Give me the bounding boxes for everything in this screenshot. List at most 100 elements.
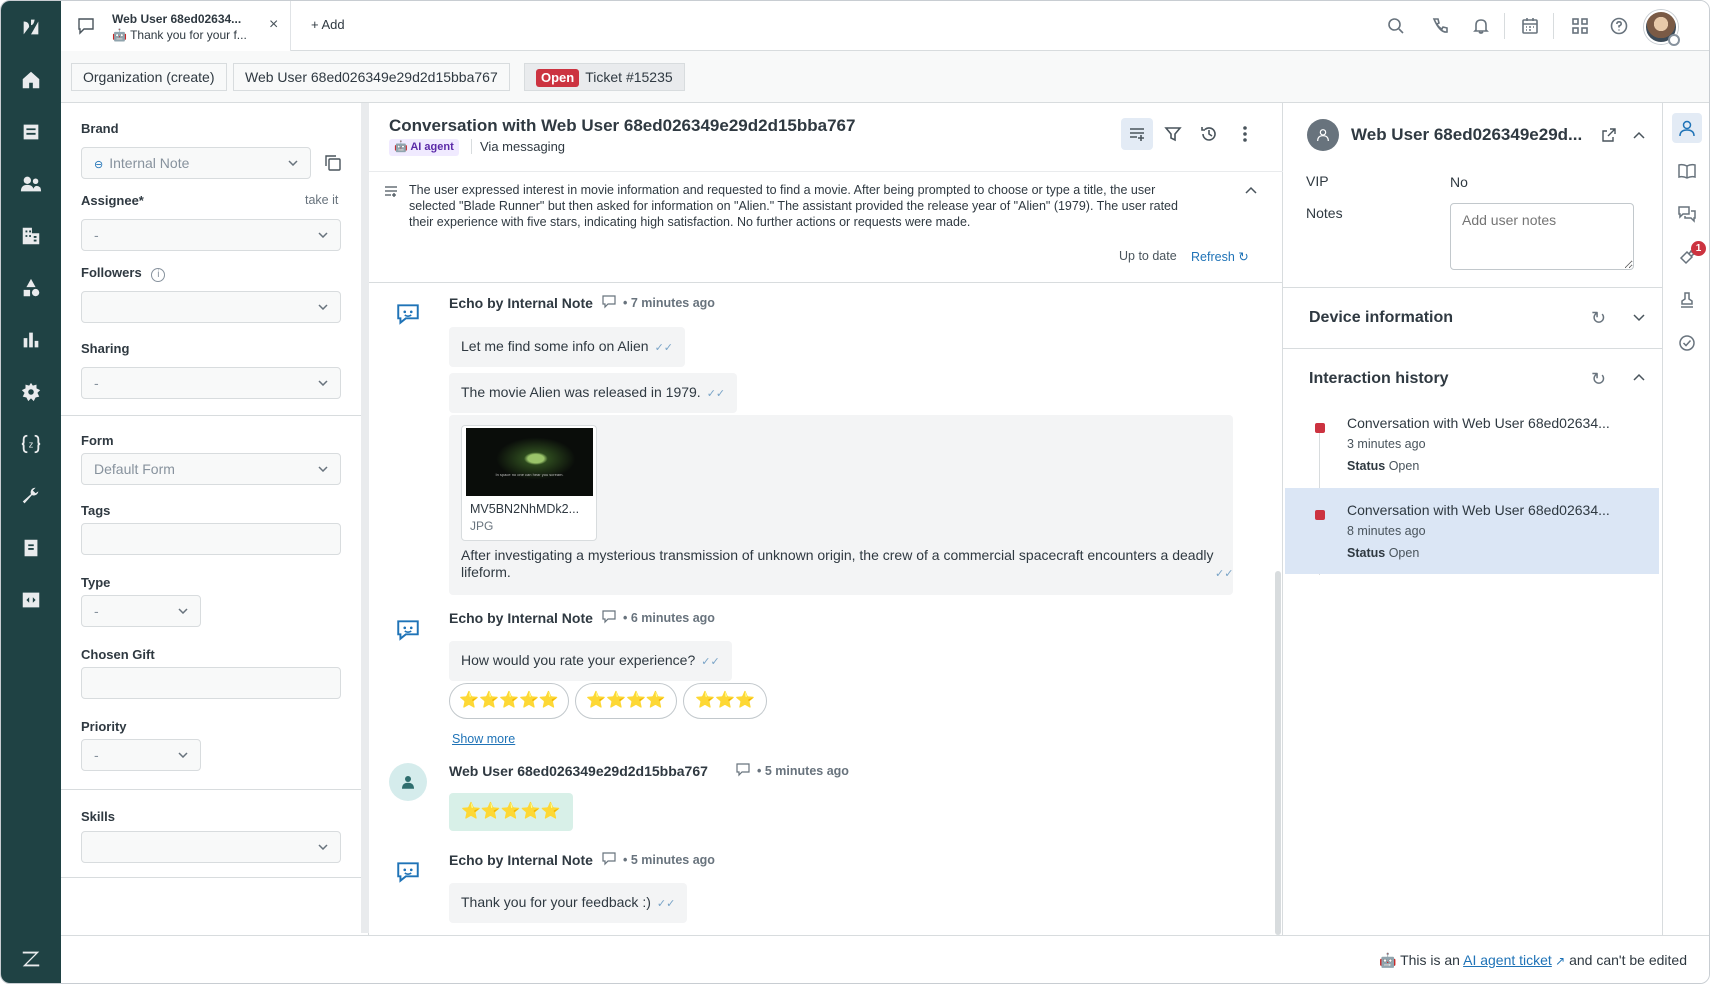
context-sidebar: 1	[1663, 103, 1709, 935]
rich-message-card: In space no one can hear you scream. MV5…	[449, 415, 1233, 595]
calendar-icon[interactable]	[1519, 15, 1541, 37]
device-information-header[interactable]: Device information	[1309, 309, 1453, 327]
refresh-icon[interactable]: ↻	[1591, 308, 1606, 329]
rating-3-stars-button[interactable]: ⭐⭐⭐	[683, 683, 767, 719]
channel-label: Via messaging	[471, 139, 565, 154]
rating-4-stars-button[interactable]: ⭐⭐⭐⭐	[575, 683, 677, 719]
refresh-icon[interactable]: ↻	[1591, 369, 1606, 390]
more-options-icon[interactable]	[1229, 118, 1261, 150]
top-bar: Web User 68ed02634... 🤖 Thank you for yo…	[61, 1, 1709, 51]
read-check-icon: ✓✓	[654, 342, 673, 354]
user-avatar-icon	[389, 763, 427, 801]
assignee-label: Assignee*	[81, 193, 144, 208]
breadcrumb-user[interactable]: Web User 68ed026349e29d2d15bba767	[233, 63, 510, 91]
history-item-selected[interactable]: Conversation with Web User 68ed02634... …	[1285, 488, 1659, 574]
sandbox-code-icon[interactable]: z	[1, 426, 61, 462]
take-it-link[interactable]: take it	[305, 193, 338, 207]
chevron-up-icon[interactable]	[1633, 373, 1645, 381]
movie-poster-image: In space no one can hear you scream.	[466, 428, 593, 496]
ai-agent-badge: 🤖 AI agent	[389, 139, 459, 156]
tab-title: Web User 68ed02634...	[112, 12, 242, 26]
comment-icon	[602, 852, 616, 869]
divider	[1283, 287, 1663, 288]
show-more-link[interactable]: Show more	[452, 732, 515, 746]
zendesk-logo-icon[interactable]	[1, 9, 61, 45]
knowledge-icon[interactable]	[1672, 156, 1702, 186]
priority-label: Priority	[81, 719, 127, 734]
image-attachment[interactable]: In space no one can hear you scream. MV5…	[461, 425, 597, 541]
chevron-down-icon	[288, 160, 298, 166]
conversations-icon[interactable]	[1672, 199, 1702, 229]
brand-select[interactable]: ⊖ Internal Note	[81, 147, 311, 179]
external-link-icon[interactable]	[1601, 127, 1617, 143]
breadcrumb-ticket[interactable]: Open Ticket #15235	[524, 63, 685, 91]
app-window: z Web User 68ed02634... 🤖 Thank you for …	[0, 0, 1710, 984]
apps-icon[interactable]	[1, 530, 61, 566]
chevron-down-icon	[178, 752, 188, 758]
reporting-icon[interactable]	[1, 322, 61, 358]
organizations-icon[interactable]	[1, 218, 61, 254]
help-icon[interactable]	[1608, 15, 1630, 37]
ticket-number: Ticket #15235	[585, 69, 673, 85]
check-circle-icon[interactable]	[1672, 328, 1702, 358]
phone-icon[interactable]	[1429, 15, 1451, 37]
read-only-notice: 🤖 This is an AI agent ticket ↗ and can't…	[1378, 952, 1687, 968]
chevron-down-icon[interactable]	[1633, 314, 1645, 322]
type-label: Type	[81, 575, 111, 590]
wrench-icon[interactable]	[1, 478, 61, 514]
home-icon[interactable]	[1, 62, 61, 98]
customer-name[interactable]: Web User 68ed026349e29d...	[1351, 125, 1582, 145]
type-select[interactable]: -	[81, 595, 201, 627]
message-bubble: Thank you for your feedback :) ✓✓	[449, 883, 688, 923]
bot-avatar-icon	[389, 853, 427, 891]
read-check-icon: ✓✓	[656, 898, 676, 910]
form-select[interactable]: Default Form	[81, 453, 341, 485]
interaction-history-header[interactable]: Interaction history	[1309, 370, 1449, 388]
notifications-icon[interactable]	[1470, 15, 1492, 37]
conversation-scrollbar[interactable]	[1275, 571, 1281, 935]
chevron-down-icon	[318, 380, 328, 386]
bot-avatar-icon	[389, 611, 427, 649]
breadcrumb-organization[interactable]: Organization (create)	[71, 63, 227, 91]
stamp-icon[interactable]	[1672, 285, 1702, 315]
copy-icon[interactable]	[323, 153, 343, 173]
refresh-button[interactable]: Refresh ↻	[1191, 249, 1249, 264]
tags-input[interactable]	[81, 523, 341, 555]
chosen-gift-input[interactable]	[81, 667, 341, 699]
ticket-tab[interactable]: Web User 68ed02634... 🤖 Thank you for yo…	[61, 1, 291, 51]
customers-icon[interactable]	[1, 166, 61, 202]
products-grid-icon[interactable]	[1569, 15, 1591, 37]
skills-select[interactable]	[81, 831, 341, 863]
collapse-icon[interactable]	[1245, 186, 1257, 194]
zendesk-products-icon[interactable]	[1, 941, 61, 977]
guide-icon[interactable]	[1, 270, 61, 306]
customer-context-icon[interactable]	[1672, 113, 1702, 143]
user-message-bubble: ⭐⭐⭐⭐⭐	[449, 793, 573, 831]
ai-agent-ticket-link[interactable]: AI agent ticket	[1463, 952, 1552, 968]
left-panel-scrollbar[interactable]	[361, 103, 369, 933]
search-icon[interactable]	[1385, 15, 1407, 37]
filter-icon[interactable]	[1157, 118, 1189, 150]
notification-count-badge: 1	[1691, 241, 1706, 256]
tab-subtitle: 🤖 Thank you for your f...	[112, 28, 247, 42]
summary-toggle-icon[interactable]	[1121, 118, 1153, 150]
priority-select[interactable]: -	[81, 739, 201, 771]
admin-settings-icon[interactable]	[1, 374, 61, 410]
tab-close-button[interactable]: ×	[269, 16, 278, 34]
chevron-up-icon[interactable]	[1633, 131, 1645, 139]
conversation-summary: The user expressed interest in movie inf…	[369, 171, 1283, 283]
robot-icon: 🤖	[394, 141, 411, 153]
user-notes-input[interactable]	[1450, 203, 1634, 270]
followers-select[interactable]	[81, 291, 341, 323]
embed-icon[interactable]	[1, 582, 61, 618]
history-icon[interactable]	[1193, 118, 1225, 150]
read-check-icon: ✓✓	[701, 656, 720, 668]
attachment-name: MV5BN2NhMDk2...	[470, 502, 580, 516]
views-icon[interactable]	[1, 114, 61, 150]
refresh-icon: ↻	[1238, 250, 1249, 264]
add-tab-button[interactable]: + Add	[311, 17, 345, 32]
rating-5-stars-button[interactable]: ⭐⭐⭐⭐⭐	[449, 683, 569, 719]
assignee-select[interactable]: -	[81, 219, 341, 251]
history-item[interactable]: Conversation with Web User 68ed02634... …	[1285, 409, 1659, 495]
sharing-select[interactable]: -	[81, 367, 341, 399]
